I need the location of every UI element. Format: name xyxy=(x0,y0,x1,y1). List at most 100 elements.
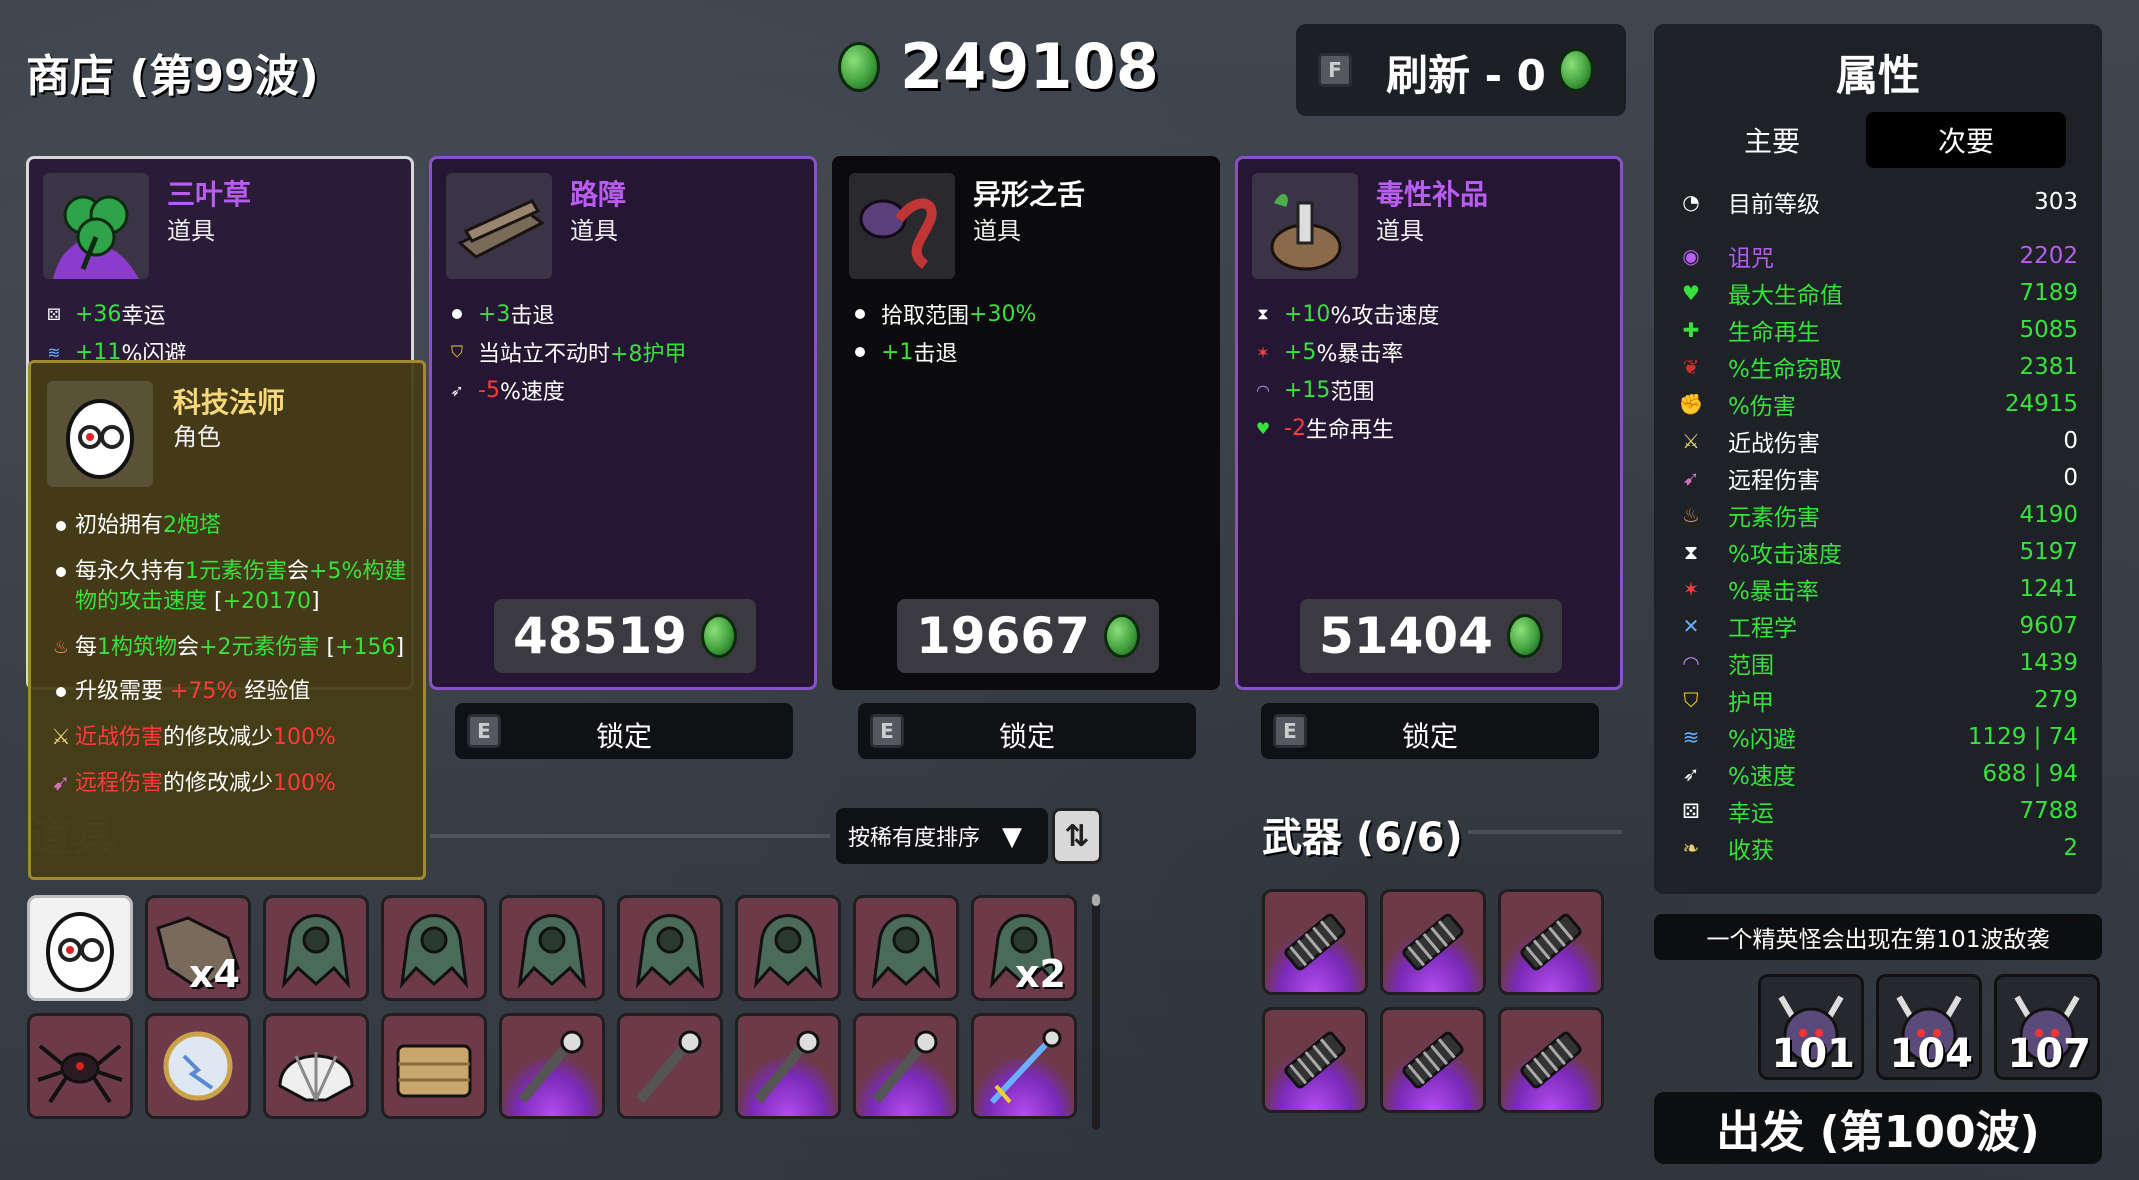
item-quantity: x2 xyxy=(1015,952,1066,996)
inventory-slot[interactable] xyxy=(853,895,959,1001)
material-coin-icon xyxy=(838,42,880,92)
inventory-slot[interactable] xyxy=(27,895,133,1001)
item-stat: +3 击退 xyxy=(446,295,804,333)
tooltip-line: ⚔ 近战伤害的修改减少100% xyxy=(47,723,411,753)
inventory-slot[interactable] xyxy=(27,1013,133,1119)
weapon-slot[interactable] xyxy=(1262,1007,1368,1113)
range-icon: ◠ xyxy=(1682,651,1700,675)
elemental-icon: ♨ xyxy=(1682,503,1700,527)
bullet-icon xyxy=(452,309,462,319)
item-stat: ◠ +15 范围 xyxy=(1252,371,1610,409)
weapon-slot[interactable] xyxy=(1380,889,1486,995)
inventory-slot[interactable] xyxy=(735,1013,841,1119)
price-tag: 51404 xyxy=(1300,599,1562,673)
lock-button-3[interactable]: E 锁定 xyxy=(858,703,1196,759)
inventory-slot[interactable]: x4 xyxy=(145,895,251,1001)
sort-dropdown[interactable]: 按稀有度排序 ▼ xyxy=(836,808,1048,864)
inventory-slot[interactable] xyxy=(381,895,487,1001)
sort-label: 按稀有度排序 xyxy=(848,826,981,851)
hay-bale-icon xyxy=(396,1044,472,1098)
regen-icon: ✚ xyxy=(1682,318,1700,342)
inventory-scrollbar[interactable] xyxy=(1092,894,1100,1130)
lock-label: 锁定 xyxy=(1401,720,1458,753)
material-coin-icon xyxy=(1506,614,1543,658)
chevron-down-icon: ▼ xyxy=(1002,822,1022,852)
start-wave-button[interactable]: 出发 (第100波) xyxy=(1654,1092,2102,1164)
heart-icon: ♥ xyxy=(1682,281,1700,305)
dice-icon: ⚄ xyxy=(47,304,61,324)
tooltip-line: 初始拥有2炮塔 xyxy=(47,511,411,541)
inventory-slot[interactable] xyxy=(617,895,723,1001)
sort-order-toggle-icon[interactable]: ⇅ xyxy=(1052,808,1102,864)
turret-icon xyxy=(871,914,941,989)
tooltip-line: 每永久持有1元素伤害会+5%构建物的攻击速度 [+20170] xyxy=(47,557,411,617)
inventory-slot[interactable] xyxy=(853,1013,959,1119)
inventory-slot[interactable] xyxy=(971,1013,1077,1119)
elite-wave-banner: 一个精英怪会出现在第101波敌袭 xyxy=(1654,914,2102,960)
shop-item-card-3[interactable]: 异形之舌 道具 拾取范围 +30% +1 击退 19667 xyxy=(832,156,1220,690)
tab-secondary[interactable]: 次要 xyxy=(1866,112,2066,168)
inventory-slot[interactable] xyxy=(145,1013,251,1119)
section-divider xyxy=(1468,830,1622,834)
section-divider xyxy=(430,834,830,838)
dodge-icon: ≋ xyxy=(1682,725,1700,749)
melee-icon: ⚔ xyxy=(51,725,71,750)
electric-orb-icon xyxy=(163,1031,233,1101)
alien-tongue-icon xyxy=(849,173,955,279)
stat-row: ✊ %伤害 24915 xyxy=(1676,386,2078,422)
tab-primary[interactable]: 主要 xyxy=(1672,112,1872,168)
regen-icon: ♥ xyxy=(1255,418,1271,438)
elite-wave-number: 107 xyxy=(2007,1031,2092,1077)
stats-title: 属性 xyxy=(1835,51,1920,100)
item-stat: ♥ -2 生命再生 xyxy=(1252,409,1610,447)
shop-item-card-2[interactable]: 路障 道具 +3 击退 ⛉ 当站立不动时 +8护甲 ➶ -5 %速度 48519 xyxy=(429,156,817,690)
engineer-egg-icon xyxy=(46,912,114,992)
inventory-slot[interactable] xyxy=(381,1013,487,1119)
lock-label: 锁定 xyxy=(998,720,1055,753)
melee-icon: ⚔ xyxy=(1682,429,1700,453)
elite-wave-slot: 104 xyxy=(1876,974,1982,1080)
crit-icon: ✶ xyxy=(1256,342,1270,362)
lifesteal-icon: ❦ xyxy=(1682,355,1700,379)
item-price: 19667 xyxy=(916,607,1090,665)
turret-icon xyxy=(517,914,587,989)
weapons-section-title: 武器 (6/6) xyxy=(1262,815,1463,861)
shop-item-card-4[interactable]: 毒性补品 道具 ⧗ +10 %攻击速度 ✶ +5 %暴击率 ◠ +15 范围 ♥ -2 … xyxy=(1235,156,1623,690)
item-price: 48519 xyxy=(513,607,687,665)
inventory-slot[interactable] xyxy=(263,895,369,1001)
inventory-slot[interactable] xyxy=(499,895,605,1001)
weapon-slot[interactable] xyxy=(1262,889,1368,995)
item-type: 道具 xyxy=(973,217,1021,245)
stat-row: ✶ %暴击率 1241 xyxy=(1676,571,2078,607)
item-quantity: x4 xyxy=(189,952,240,996)
stat-row: ≋ %闪避 1129 | 74 xyxy=(1676,719,2078,755)
turret-icon xyxy=(399,914,469,989)
weapon-slot[interactable] xyxy=(1498,1007,1604,1113)
item-name: 异形之舌 xyxy=(973,178,1086,211)
lock-button-2[interactable]: E 锁定 xyxy=(455,703,793,759)
inventory-slot[interactable]: x2 xyxy=(971,895,1077,1001)
inventory-slot[interactable] xyxy=(735,895,841,1001)
harvest-icon: ❧ xyxy=(1682,836,1700,860)
crit-icon: ✶ xyxy=(1682,577,1700,601)
stat-row: ➹ 远程伤害 0 xyxy=(1676,460,2078,496)
level-icon: ◔ xyxy=(1682,190,1700,214)
item-type: 道具 xyxy=(1376,217,1424,245)
turret-icon xyxy=(635,914,705,989)
character-name: 科技法师 xyxy=(173,386,286,419)
item-type: 道具 xyxy=(167,217,215,245)
scrollbar-thumb[interactable] xyxy=(1092,894,1100,906)
refresh-button[interactable]: F 刷新 - 0 xyxy=(1296,24,1626,116)
inventory-slot[interactable] xyxy=(263,1013,369,1119)
refresh-label: 刷新 - 0 xyxy=(1386,51,1546,100)
tooltip-line: ➹ 远程伤害的修改减少100% xyxy=(47,769,411,799)
item-stat: 拾取范围 +30% xyxy=(849,295,1207,333)
item-name: 路障 xyxy=(570,178,627,211)
weapon-slot[interactable] xyxy=(1380,1007,1486,1113)
inventory-slot[interactable] xyxy=(617,1013,723,1119)
dodge-icon: ≋ xyxy=(47,342,61,362)
inventory-slot[interactable] xyxy=(499,1013,605,1119)
lock-button-4[interactable]: E 锁定 xyxy=(1261,703,1599,759)
item-stat: +1 击退 xyxy=(849,333,1207,371)
weapon-slot[interactable] xyxy=(1498,889,1604,995)
